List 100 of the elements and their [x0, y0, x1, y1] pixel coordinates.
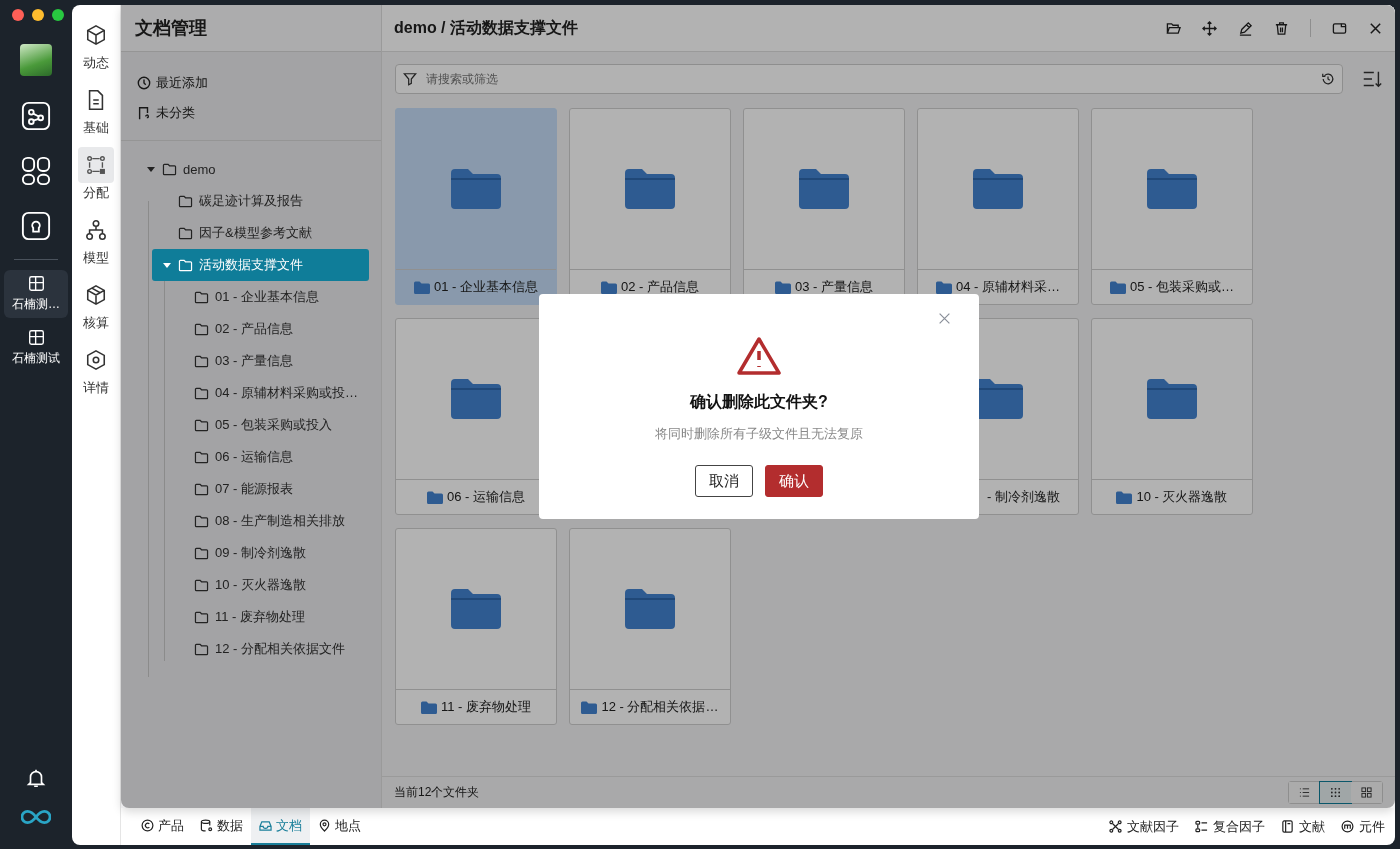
share-nodes-icon[interactable] [21, 101, 51, 131]
nav-item[interactable]: 动态 [78, 17, 114, 82]
dots-view-button[interactable] [1320, 782, 1351, 803]
folder-card[interactable]: 10 - 灭火器逸散 [1091, 318, 1253, 515]
map-pin-icon [318, 819, 331, 832]
shortcut-link[interactable]: 最近添加 [137, 68, 365, 98]
tree-item[interactable]: demo [136, 153, 369, 185]
cancel-button[interactable]: 取消 [695, 465, 753, 497]
warning-icon [736, 336, 782, 376]
workspace-item[interactable]: 石楠测… [4, 270, 68, 318]
inbox-icon [259, 819, 272, 832]
book-icon [1281, 820, 1294, 833]
history-icon[interactable] [1321, 72, 1335, 86]
nav-item[interactable]: 核算 [78, 277, 114, 342]
search-field[interactable]: 请搜索或筛选 [395, 64, 1343, 94]
window-icon[interactable] [1332, 20, 1347, 36]
folder-icon [162, 162, 177, 176]
keyhole-icon[interactable] [21, 211, 51, 241]
tree-item[interactable]: 碳足迹计算及报告 [152, 185, 369, 217]
edit-icon[interactable] [1238, 20, 1253, 36]
confirm-button[interactable]: 确认 [765, 465, 823, 497]
folder-icon [1116, 490, 1133, 504]
tile-view-button[interactable] [1351, 782, 1382, 803]
shortcut-link[interactable]: 未分类 [137, 98, 365, 128]
folder-icon [973, 169, 1023, 209]
workspace-item[interactable]: 石楠测试 [4, 324, 68, 372]
tree-item[interactable]: 02 - 产品信息 [168, 313, 369, 345]
folder-icon [194, 322, 209, 336]
tag-question-icon [137, 106, 151, 120]
bottom-link[interactable]: 文献 [1281, 817, 1325, 836]
folder-icon [178, 226, 193, 240]
panel-title: 文档管理 [121, 5, 381, 52]
folder-icon [451, 169, 501, 209]
close-window-button[interactable] [12, 9, 24, 21]
move-arrows-icon[interactable] [1202, 20, 1217, 36]
app-photo-placeholder[interactable] [20, 44, 52, 76]
folder-icon [775, 280, 791, 294]
folder-card[interactable]: 05 - 包装采购或… [1091, 108, 1253, 305]
tree-item[interactable]: 03 - 产量信息 [168, 345, 369, 377]
folder-icon [194, 610, 209, 624]
folder-icon [194, 546, 209, 560]
tree-item[interactable]: 07 - 能源报表 [168, 473, 369, 505]
tree-item[interactable]: 09 - 制冷剂逸散 [168, 537, 369, 569]
infinity-logo-icon[interactable] [21, 809, 51, 825]
folder-icon [194, 418, 209, 432]
folder-icon [194, 290, 209, 304]
folder-card[interactable]: 01 - 企业基本信息 [395, 108, 557, 305]
folder-icon [625, 589, 675, 629]
nav-item[interactable]: 详情 [78, 342, 114, 407]
tree-item[interactable]: 05 - 包装采购或投入 [168, 409, 369, 441]
folder-icon [581, 700, 598, 714]
folder-card[interactable]: 11 - 废弃物处理 [395, 528, 557, 725]
bottom-tab[interactable]: 地点 [310, 808, 369, 845]
cube-icon [85, 24, 107, 46]
folder-open-icon[interactable] [1166, 20, 1181, 36]
bottom-tab[interactable]: 数据 [192, 808, 251, 845]
tree-item[interactable]: 10 - 灭火器逸散 [168, 569, 369, 601]
folder-icon [194, 642, 209, 656]
dialog-title: 确认删除此文件夹? [690, 392, 828, 412]
close-icon[interactable] [1368, 20, 1383, 36]
dots-grid-icon [1330, 787, 1341, 798]
tree-item[interactable]: 活动数据支撑文件 [152, 249, 369, 281]
bottom-link[interactable]: 文献因子 [1109, 817, 1179, 836]
folder-icon [427, 490, 443, 504]
tree-item[interactable]: 01 - 企业基本信息 [168, 281, 369, 313]
folder-icon [194, 386, 209, 400]
nav-item[interactable]: 基础 [78, 82, 114, 147]
nodes-icon [85, 154, 107, 176]
tree-item[interactable]: 04 - 原辅材料采购或投… [168, 377, 369, 409]
tree-item[interactable]: 11 - 废弃物处理 [168, 601, 369, 633]
folder-icon [194, 482, 209, 496]
tree-item[interactable]: 08 - 生产制造相关排放 [168, 505, 369, 537]
folder-card[interactable]: 04 - 原辅材料采… [917, 108, 1079, 305]
folder-icon [936, 280, 952, 294]
tree-item[interactable]: 因子&模型参考文献 [152, 217, 369, 249]
folder-icon [194, 578, 209, 592]
table-icon [27, 329, 45, 346]
bottom-link[interactable]: 元件 [1341, 817, 1385, 836]
tree-item[interactable]: 06 - 运输信息 [168, 441, 369, 473]
m-circle-icon [1341, 820, 1354, 833]
bottom-tab[interactable]: 文档 [251, 808, 310, 845]
trash-icon[interactable] [1274, 20, 1289, 36]
bell-icon[interactable] [25, 767, 47, 789]
grid-icon[interactable] [21, 156, 51, 186]
tree-item[interactable]: 12 - 分配相关依据文件 [168, 633, 369, 665]
nodes-icon [1109, 820, 1122, 833]
minimize-window-button[interactable] [32, 9, 44, 21]
folder-card[interactable]: 12 - 分配相关依据… [569, 528, 731, 725]
bottom-tab[interactable]: 产品 [133, 808, 192, 845]
bottom-link[interactable]: 复合因子 [1195, 817, 1265, 836]
folder-icon [194, 354, 209, 368]
list-icon [1299, 787, 1310, 798]
folder-icon [601, 280, 617, 294]
folder-icon [414, 280, 430, 294]
nav-item[interactable]: 模型 [78, 212, 114, 277]
zoom-window-button[interactable] [52, 9, 64, 21]
filter-icon [403, 72, 417, 86]
caret-icon [146, 164, 156, 174]
tiles-icon [1361, 787, 1372, 798]
hexagon-icon [85, 349, 107, 371]
